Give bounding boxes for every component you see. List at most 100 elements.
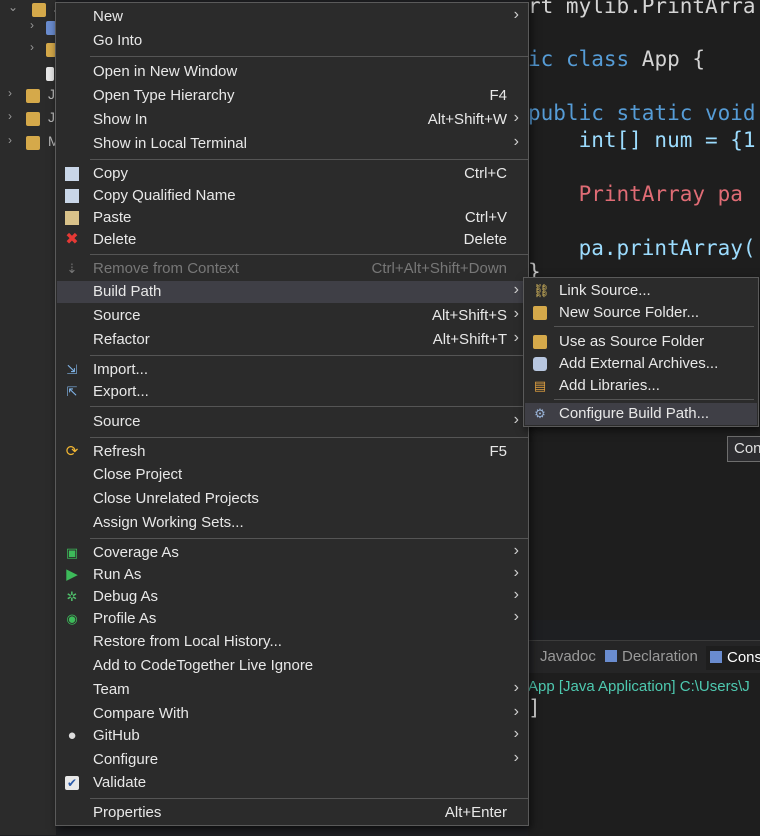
chevron-down-icon[interactable]: ⌄ — [8, 0, 22, 14]
chevron-right-icon: › — [513, 586, 519, 603]
menu-item-coverage-as[interactable]: ▣ Coverage As › — [57, 542, 527, 564]
menu-item-paste[interactable]: Paste Ctrl+V — [57, 207, 527, 229]
export-icon: ⇱ — [66, 384, 78, 399]
menu-item-link-source[interactable]: ⛓ Link Source... — [525, 280, 757, 302]
menu-item-refactor[interactable]: Refactor Alt+Shift+T › — [57, 329, 527, 351]
console-icon — [710, 651, 722, 663]
menu-separator — [90, 56, 528, 57]
menu-item-import[interactable]: ⇲ Import... — [57, 359, 527, 381]
menu-item-github[interactable]: ● GitHub › — [57, 725, 527, 747]
menu-item-show-in[interactable]: Show In Alt+Shift+W › — [57, 109, 527, 131]
code-line: rt mylib.PrintArra — [528, 0, 756, 18]
menu-item-team[interactable]: Team › — [57, 679, 527, 701]
menu-item-validate[interactable]: ✔ Validate — [57, 772, 527, 794]
github-icon: ● — [67, 727, 77, 744]
menu-item-close-unrelated-projects[interactable]: Close Unrelated Projects — [57, 488, 527, 510]
menu-item-configure[interactable]: Configure › — [57, 749, 527, 771]
menu-item-debug-as[interactable]: ✲ Debug As › — [57, 586, 527, 608]
menu-item-show-in-local-terminal[interactable]: Show in Local Terminal › — [57, 133, 527, 155]
file-icon — [46, 67, 54, 81]
context-menu: New › Go Into Open in New Window Open Typ… — [55, 2, 529, 826]
menu-item-open-in-new-window[interactable]: Open in New Window — [57, 61, 527, 83]
menu-item-new-source-folder[interactable]: New Source Folder... — [525, 302, 757, 324]
code-line: public static void — [528, 101, 756, 125]
menu-separator — [554, 399, 754, 400]
chevron-right-icon: › — [513, 6, 519, 23]
menu-item-copy-qualified-name[interactable]: Copy Qualified Name — [57, 185, 527, 207]
tab-javadoc[interactable]: Javadoc — [540, 648, 596, 665]
menu-item-add-libraries[interactable]: ▤ Add Libraries... — [525, 375, 757, 397]
menu-item-source-2[interactable]: Source › — [57, 411, 527, 433]
chevron-right-icon: › — [513, 109, 519, 126]
menu-item-add-to-codetogether-ignore[interactable]: Add to CodeTogether Live Ignore — [57, 655, 527, 677]
project-icon — [26, 112, 40, 126]
profile-icon: ◉ — [66, 611, 78, 626]
menu-item-copy[interactable]: Copy Ctrl+C — [57, 163, 527, 185]
menu-item-open-type-hierarchy[interactable]: Open Type Hierarchy F4 — [57, 85, 527, 107]
menu-separator — [90, 355, 528, 356]
chevron-right-icon[interactable]: › — [8, 133, 22, 147]
menu-item-remove-from-context: ⇣ Remove from Context Ctrl+Alt+Shift+Down — [66, 260, 507, 277]
menu-item-refresh[interactable]: ⟳ Refresh F5 — [57, 441, 527, 463]
chevron-right-icon: › — [513, 703, 519, 720]
menu-item-export[interactable]: ⇱ Export... — [57, 381, 527, 403]
menu-item-new[interactable]: New › — [57, 6, 527, 28]
chevron-right-icon: › — [513, 749, 519, 766]
project-icon — [26, 89, 40, 103]
coverage-icon: ▣ — [65, 545, 79, 560]
menu-item-add-external-archives[interactable]: Add External Archives... — [525, 353, 757, 375]
add-library-icon: ▤ — [533, 378, 547, 393]
use-source-folder-icon — [533, 335, 547, 349]
menu-item-restore-from-local-history[interactable]: Restore from Local History... — [57, 631, 527, 653]
chevron-right-icon: › — [513, 411, 519, 428]
chevron-right-icon: › — [513, 133, 519, 150]
menu-item-configure-build-path[interactable]: ⚙ Configure Build Path... — [525, 403, 757, 425]
code-line: int[] num = {1 — [528, 128, 756, 152]
menu-separator — [90, 254, 528, 255]
menu-separator — [90, 406, 528, 407]
new-source-folder-icon — [533, 306, 547, 320]
menu-item-use-as-source-folder[interactable]: Use as Source Folder — [525, 331, 757, 353]
chevron-right-icon: › — [513, 725, 519, 742]
delete-icon: ✖ — [65, 231, 79, 248]
menu-item-build-path[interactable]: Build Path › — [57, 281, 527, 303]
chevron-right-icon[interactable]: › — [8, 86, 22, 100]
menu-item-profile-as[interactable]: ◉ Profile As › — [57, 608, 527, 630]
menu-separator — [90, 538, 528, 539]
chevron-right-icon: › — [513, 305, 519, 322]
refresh-icon: ⟳ — [65, 443, 79, 460]
remove-context-icon: ⇣ — [66, 261, 78, 276]
copy-qualified-icon — [65, 189, 79, 203]
console-output: ] — [528, 696, 541, 720]
project-icon — [32, 3, 46, 17]
menu-separator — [90, 798, 528, 799]
menu-item-go-into[interactable]: Go Into — [57, 30, 527, 52]
menu-item-compare-with[interactable]: Compare With › — [57, 703, 527, 725]
menu-item-close-project[interactable]: Close Project — [57, 464, 527, 486]
code-line: pa.printArray( — [528, 236, 756, 260]
chevron-right-icon[interactable]: › — [30, 18, 44, 32]
project-icon — [26, 136, 40, 150]
copy-icon — [65, 167, 79, 181]
paste-icon — [65, 211, 79, 225]
tab-declaration[interactable]: Declaration — [605, 648, 698, 665]
chevron-right-icon[interactable]: › — [8, 109, 22, 123]
menu-separator — [90, 159, 528, 160]
menu-separator — [554, 326, 754, 327]
link-source-icon: ⛓ — [533, 283, 550, 298]
debug-icon: ✲ — [66, 589, 78, 604]
chevron-right-icon[interactable]: › — [30, 40, 44, 54]
chevron-right-icon: › — [513, 564, 519, 581]
console-title: App [Java Application] C:\Users\J — [528, 678, 750, 695]
menu-item-run-as[interactable]: ▶ Run As › — [57, 564, 527, 586]
menu-item-delete[interactable]: ✖ Delete Delete — [57, 229, 527, 251]
configure-build-path-icon: ⚙ — [534, 406, 546, 421]
menu-item-source[interactable]: Source Alt+Shift+S › — [57, 305, 527, 327]
chevron-right-icon: › — [513, 281, 519, 298]
tab-console[interactable]: Cons — [706, 646, 760, 670]
chevron-right-icon: › — [513, 608, 519, 625]
menu-item-assign-working-sets[interactable]: Assign Working Sets... — [57, 512, 527, 534]
bottom-panel: Javadoc Declaration Cons App [Java Appli… — [528, 640, 760, 836]
chevron-right-icon: › — [513, 542, 519, 559]
menu-item-properties[interactable]: Properties Alt+Enter — [57, 802, 527, 824]
